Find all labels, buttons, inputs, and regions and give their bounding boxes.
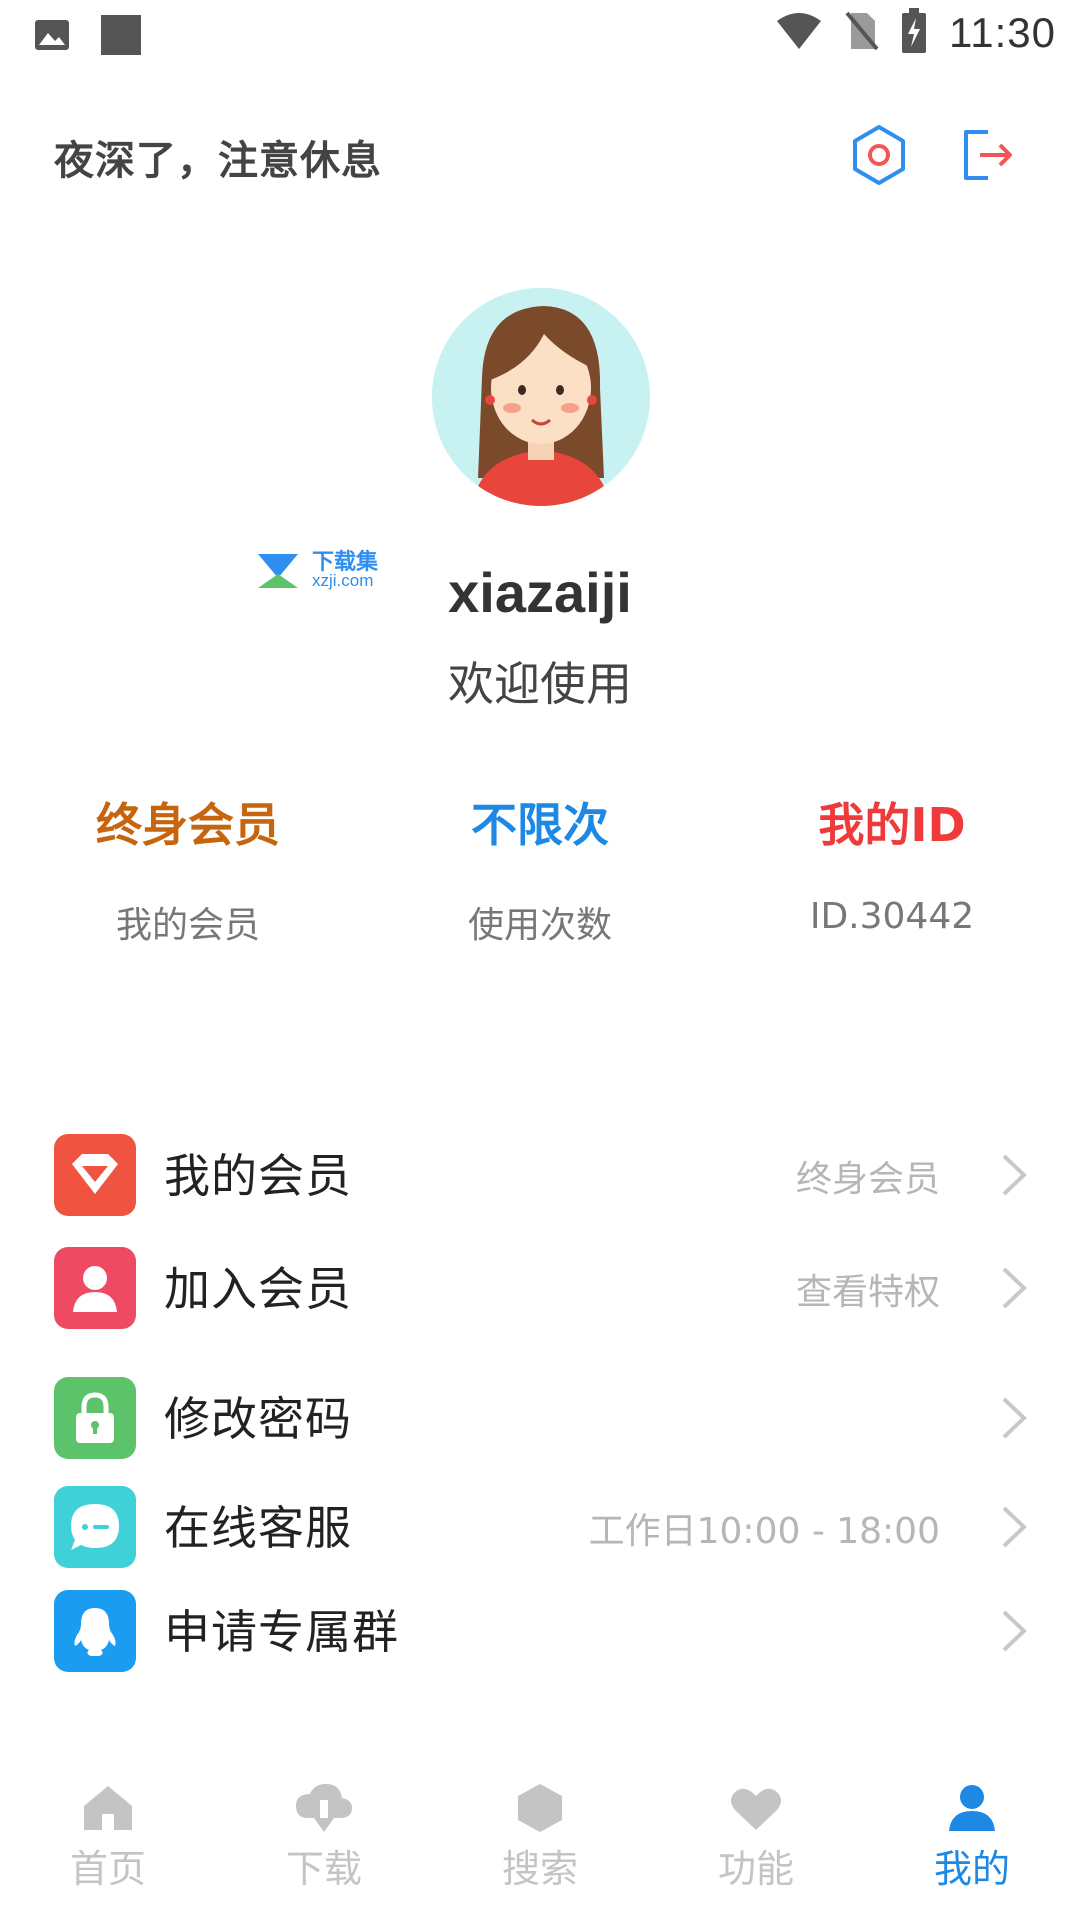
menu-item-my-membership[interactable]: 我的会员 终身会员 xyxy=(0,1112,1080,1222)
nav-label: 功能 xyxy=(717,1847,794,1891)
menu-right-text: 工作日10:00 - 18:00 xyxy=(588,1511,940,1552)
chat-icon xyxy=(54,1486,136,1568)
menu-item-change-password[interactable]: 修改密码 xyxy=(0,1355,1080,1465)
nav-mine[interactable]: 我的 xyxy=(864,1778,1080,1898)
stat-label: 使用次数 xyxy=(467,905,612,946)
hexagon-icon xyxy=(518,1784,562,1832)
nav-features[interactable]: 功能 xyxy=(648,1778,864,1898)
bottom-nav: 首页 下载 搜索 功能 我的 xyxy=(0,1770,1080,1920)
stat-value: 不限次 xyxy=(471,798,609,852)
person-icon xyxy=(949,1785,995,1831)
square-icon xyxy=(100,14,142,60)
menu-item-apply-group[interactable]: 申请专属群 xyxy=(0,1568,1080,1678)
menu-label: 修改密码 xyxy=(164,1392,352,1446)
menu-right-text: 查看特权 xyxy=(795,1272,940,1313)
logout-button[interactable] xyxy=(952,120,1022,190)
stat-label: 我的会员 xyxy=(115,905,260,946)
nav-label: 搜索 xyxy=(501,1847,578,1891)
lock-icon xyxy=(54,1377,136,1459)
menu-label: 在线客服 xyxy=(164,1501,352,1555)
chevron-right-icon xyxy=(1002,1154,1027,1196)
no-sim-icon xyxy=(845,11,879,55)
stat-usage[interactable]: 不限次 使用次数 xyxy=(360,790,720,948)
status-bar: 11:30 xyxy=(0,0,1080,76)
nav-label: 首页 xyxy=(69,1847,146,1891)
menu-label: 加入会员 xyxy=(164,1262,352,1316)
header: 夜深了，注意休息 xyxy=(0,110,1080,200)
menu-label: 我的会员 xyxy=(164,1149,352,1203)
avatar[interactable] xyxy=(432,288,650,506)
diamond-icon xyxy=(54,1134,136,1216)
avatar-illustration xyxy=(432,288,650,506)
nav-label: 我的 xyxy=(933,1847,1010,1891)
stat-value: 我的ID xyxy=(818,798,966,852)
chevron-right-icon xyxy=(1002,1506,1027,1548)
chevron-right-icon xyxy=(1002,1610,1027,1652)
wifi-icon xyxy=(775,11,823,55)
greeting-text: 夜深了，注意休息 xyxy=(54,138,382,184)
menu-label: 申请专属群 xyxy=(164,1605,399,1659)
username: xiazaiji xyxy=(448,561,632,624)
nav-home[interactable]: 首页 xyxy=(0,1778,216,1898)
nav-search[interactable]: 搜索 xyxy=(432,1778,648,1898)
gear-icon xyxy=(853,125,905,185)
settings-button[interactable] xyxy=(844,120,914,190)
stat-id[interactable]: 我的ID ID.30442 xyxy=(712,790,1072,937)
cloud-download-icon xyxy=(296,1784,352,1832)
menu-item-online-service[interactable]: 在线客服 工作日10:00 - 18:00 xyxy=(0,1464,1080,1574)
stat-value: 终身会员 xyxy=(96,798,280,852)
nav-label: 下载 xyxy=(285,1847,362,1891)
image-icon xyxy=(34,19,70,55)
stat-label: ID.30442 xyxy=(809,896,975,937)
nav-download[interactable]: 下载 xyxy=(216,1778,432,1898)
heart-icon xyxy=(731,1788,781,1830)
qq-icon xyxy=(54,1590,136,1672)
status-time: 11:30 xyxy=(949,9,1056,56)
logout-icon xyxy=(964,130,1012,180)
home-icon xyxy=(84,1786,132,1830)
menu-item-join-membership[interactable]: 加入会员 查看特权 xyxy=(0,1225,1080,1335)
user-icon xyxy=(54,1247,136,1329)
battery-charging-icon xyxy=(901,8,927,58)
welcome-text: 欢迎使用 xyxy=(448,657,632,711)
chevron-right-icon xyxy=(1002,1397,1027,1439)
stat-membership[interactable]: 终身会员 我的会员 xyxy=(8,790,368,948)
menu-right-text: 终身会员 xyxy=(795,1159,940,1200)
chevron-right-icon xyxy=(1002,1267,1027,1309)
stats-row: 终身会员 我的会员 不限次 使用次数 我的ID ID.30442 xyxy=(0,790,1080,960)
